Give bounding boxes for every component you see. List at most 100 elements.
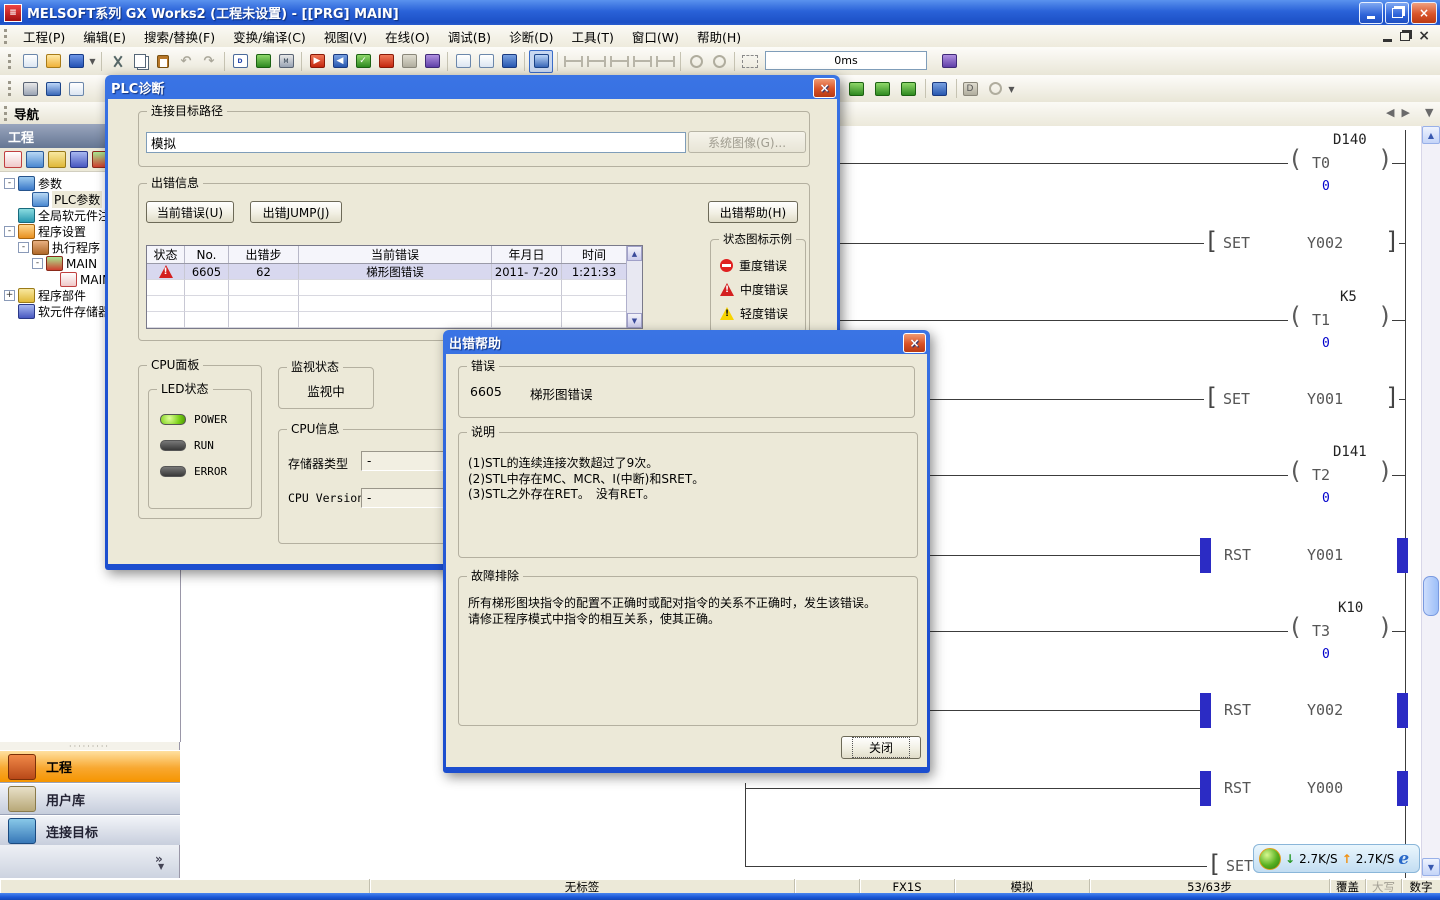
ladder-device[interactable]: Y002 [1305,701,1345,719]
collapse-icon[interactable]: - [18,242,29,253]
collapse-icon[interactable]: - [32,258,43,269]
menu-project[interactable]: 工程(P) [14,25,74,48]
current-error-button[interactable]: 当前错误(U) [146,201,234,223]
menu-find-replace[interactable]: 搜索/替换(F) [135,25,224,48]
tree-item-program-parts[interactable]: + 程序部件 [4,288,86,303]
com-setup-icon[interactable] [938,50,960,71]
menu-edit[interactable]: 编辑(E) [74,25,135,48]
error-table-scrollbar[interactable]: ▲ ▼ [626,246,642,328]
redo-icon[interactable]: ↷ [198,51,220,72]
ie-browser-icon[interactable]: e [1398,849,1409,869]
ladder-device[interactable]: Y001 [1305,546,1345,564]
menu-diagnostics[interactable]: 诊断(D) [500,25,562,48]
monitor-mode-icon[interactable] [529,50,553,73]
tree-item-device-memory[interactable]: 软元件存储器 [18,304,110,319]
error-jump-button[interactable]: 出错JUMP(J) [250,201,342,223]
error-help-button[interactable]: 出错帮助(H) [708,201,798,223]
error-table-row[interactable]: 6605 62 梯形图错误 2011- 7-20 1:21:33 [147,264,627,280]
tab-scroll-right-icon[interactable]: ▶ [1401,106,1409,119]
ladder-device[interactable]: Y000 [1305,779,1345,797]
toolbar-options-dropdown-icon[interactable]: ▼ [1007,85,1016,94]
toolbar-grip[interactable] [8,54,14,69]
add-item-icon[interactable] [4,151,22,168]
collapse-icon[interactable]: - [4,178,15,189]
collapse-icon[interactable]: - [4,226,15,237]
menu-window[interactable]: 窗口(W) [623,25,688,48]
write-to-plc-icon[interactable]: ▶ [306,51,328,72]
tree-item-plc-parameter[interactable]: PLC参数 [32,192,102,207]
statement-edit-icon[interactable] [897,78,919,99]
nav-button-connection[interactable]: 连接目标 [0,815,180,847]
tree-item-program-setting[interactable]: - 程序设置 [4,224,86,239]
program-check-icon[interactable] [498,51,520,72]
tree-item-main[interactable]: - MAIN [32,256,97,271]
menu-help[interactable]: 帮助(H) [688,25,750,48]
new-project-icon[interactable] [19,51,41,72]
ladder-device[interactable]: T1 [1310,311,1332,329]
window-cascade-icon[interactable] [19,78,41,99]
ladder-device[interactable]: Y001 [1305,390,1345,408]
cut-icon[interactable] [106,51,128,72]
menubar-grip[interactable] [4,29,10,44]
copy-icon[interactable] [129,51,151,72]
dbk-check-icon[interactable]: D [959,78,981,99]
ladder-vline-icon[interactable] [654,51,676,72]
scroll-up-icon[interactable]: ▲ [1422,126,1440,144]
minimize-button[interactable] [1359,2,1383,24]
undo-icon[interactable]: ↶ [175,51,197,72]
connection-path-input[interactable]: 模拟 [146,132,686,153]
nav-more-dropdown-icon[interactable]: ▼ [158,862,164,871]
plc-dialog-close-icon[interactable]: × [813,78,836,98]
save-dropdown-icon[interactable]: ▼ [88,57,97,66]
window-tile-icon[interactable] [42,78,64,99]
zoom-in-icon[interactable] [685,51,707,72]
rebuild-all-icon[interactable] [475,51,497,72]
copy-item-icon[interactable] [26,151,44,168]
scroll-down-icon[interactable]: ▼ [1422,858,1440,876]
device-memory-icon[interactable]: M [275,51,297,72]
help-dialog-close-icon[interactable]: × [903,333,926,353]
menu-compile[interactable]: 变换/编译(C) [224,25,315,48]
device-comment-edit-icon[interactable] [871,78,893,99]
ladder-op[interactable]: SET [1221,390,1252,408]
menu-view[interactable]: 视图(V) [315,25,376,48]
menu-online[interactable]: 在线(O) [376,25,439,48]
build-icon[interactable] [452,51,474,72]
device-test-icon[interactable] [739,51,761,72]
expand-icon[interactable]: + [4,290,15,301]
ladder-op[interactable]: SET [1221,234,1252,252]
tab-scroll-left-icon[interactable]: ◀ [1386,106,1394,119]
ladder-device[interactable]: T2 [1310,466,1332,484]
ladder-op[interactable]: SET [1224,857,1255,875]
plc-dialog-titlebar[interactable]: PLC诊断 × [108,75,837,99]
ladder-op[interactable]: RST [1222,701,1253,719]
ladder-op[interactable]: RST [1222,546,1253,564]
close-help-button[interactable]: 关闭 [841,736,921,759]
ladder-open-contact-icon[interactable] [562,51,584,72]
paste-item-icon[interactable] [48,151,66,168]
table-scroll-down-icon[interactable]: ▼ [627,313,642,328]
mdi-minimize-icon[interactable] [1383,30,1392,42]
property-icon[interactable] [70,151,88,168]
ladder-device[interactable]: T3 [1310,622,1332,640]
restore-button[interactable] [1385,2,1409,24]
menu-debug[interactable]: 调试(B) [439,25,500,48]
verify-with-plc-icon[interactable]: ✓ [352,51,374,72]
close-button[interactable]: × [1411,2,1437,24]
help-dialog-titlebar[interactable]: 出错帮助 × [446,330,927,354]
ladder-application-icon[interactable] [631,51,653,72]
tree-item-main-body[interactable]: MAIN [60,272,111,287]
docking-window-icon[interactable] [65,78,87,99]
parameter-icon[interactable] [252,51,274,72]
tree-item-execution-program[interactable]: - 执行程序 [18,240,100,255]
device-comment-icon[interactable]: D [229,51,251,72]
ladder-device[interactable]: Y002 [1305,234,1345,252]
paste-icon[interactable] [152,51,174,72]
note-edit-icon[interactable] [928,78,950,99]
ladder-coil-icon[interactable] [608,51,630,72]
mdi-restore-icon[interactable] [1400,32,1410,41]
mdi-close-icon[interactable]: × [1418,31,1430,41]
toolbar2-grip[interactable] [8,81,14,96]
scrollbar-thumb[interactable] [1423,576,1439,616]
zoom-out-icon[interactable] [708,51,730,72]
